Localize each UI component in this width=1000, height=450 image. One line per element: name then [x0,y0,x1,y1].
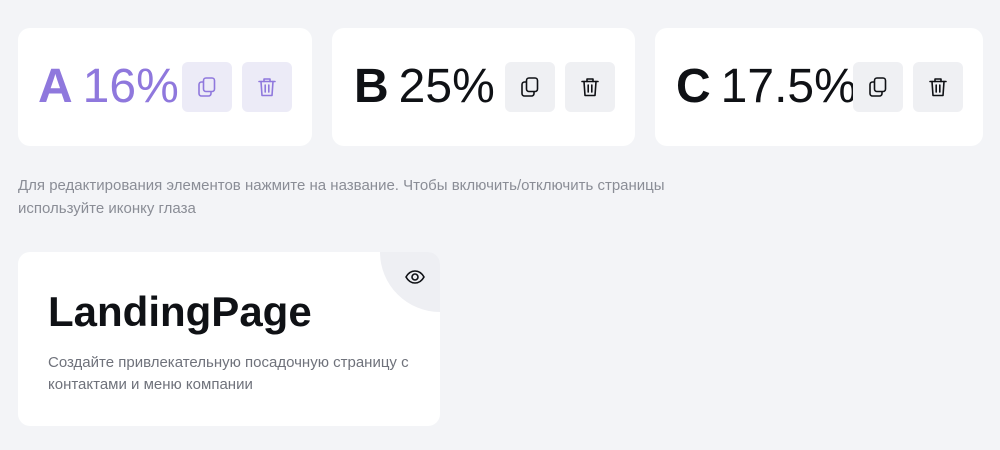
variant-letter: C [676,60,711,113]
variant-letter: B [354,60,389,113]
copy-button[interactable] [853,62,903,112]
variant-label-a[interactable]: A 16% [38,28,179,146]
eye-icon [405,270,425,284]
variant-percent: 25% [398,60,495,113]
trash-icon [581,78,599,97]
variant-percent: 16% [82,60,179,113]
copy-icon [869,77,887,97]
variant-percent: 17.5% [720,60,857,113]
variant-card-b: B 25% [332,28,635,146]
delete-button[interactable] [565,62,615,112]
copy-icon [521,77,539,97]
variant-letter: A [38,60,73,113]
variant-label-c[interactable]: C 17.5% [676,28,857,146]
delete-button[interactable] [242,62,292,112]
copy-button[interactable] [505,62,555,112]
variant-card-a: A 16% [18,28,312,146]
delete-button[interactable] [913,62,963,112]
page-card-landingpage[interactable]: LandingPage Создайте привлекательную пос… [18,252,440,426]
hint-text: Для редактирования элементов нажмите на … [18,177,665,217]
copy-button[interactable] [182,62,232,112]
copy-icon [198,77,216,97]
variant-card-c: C 17.5% [655,28,983,146]
page-title[interactable]: LandingPage [48,288,312,336]
variant-label-b[interactable]: B 25% [354,28,495,146]
trash-icon [929,78,947,97]
trash-icon [258,78,276,97]
visibility-toggle[interactable] [404,266,426,288]
page-description: Создайте привлекательную посадочную стра… [48,354,409,393]
